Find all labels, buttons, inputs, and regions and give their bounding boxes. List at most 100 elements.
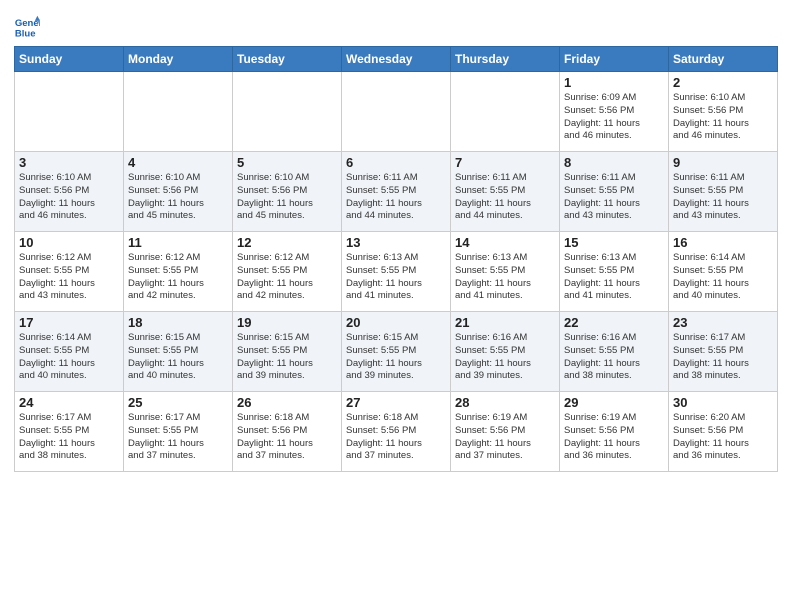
- day-cell: [342, 72, 451, 152]
- weekday-header-friday: Friday: [560, 47, 669, 72]
- page: General Blue SundayMondayTuesdayWednesda…: [0, 0, 792, 482]
- day-cell: 3Sunrise: 6:10 AM Sunset: 5:56 PM Daylig…: [15, 152, 124, 232]
- day-cell: 1 Sunrise: 6:09 AM Sunset: 5:56 PM Daylig…: [560, 72, 669, 152]
- weekday-header-row: SundayMondayTuesdayWednesdayThursdayFrid…: [15, 47, 778, 72]
- day-cell: 19 Sunrise: 6:15 AM Sunset: 5:55 PM Dayli…: [233, 312, 342, 392]
- day-cell: 30 Sunrise: 6:20 AM Sunset: 5:56 PM Dayli…: [669, 392, 778, 472]
- day-number: 10: [19, 235, 119, 250]
- day-number: 3: [19, 155, 119, 170]
- day-cell: 18 Sunrise: 6:15 AM Sunset: 5:55 PM Dayli…: [124, 312, 233, 392]
- day-cell: 4 Sunrise: 6:10 AM Sunset: 5:56 PM Daylig…: [124, 152, 233, 232]
- day-info: Sunrise: 6:17 AM Sunset: 5:55 PM Dayligh…: [128, 412, 228, 463]
- weekday-header-wednesday: Wednesday: [342, 47, 451, 72]
- day-cell: [124, 72, 233, 152]
- day-info: Sunrise: 6:19 AM Sunset: 5:56 PM Dayligh…: [455, 412, 555, 463]
- day-number: 15: [564, 235, 664, 250]
- day-cell: 14 Sunrise: 6:13 AM Sunset: 5:55 PM Dayli…: [451, 232, 560, 312]
- day-info: Sunrise: 6:11 AM Sunset: 5:55 PM Dayligh…: [346, 172, 446, 223]
- day-cell: 27 Sunrise: 6:18 AM Sunset: 5:56 PM Dayli…: [342, 392, 451, 472]
- weekday-header-thursday: Thursday: [451, 47, 560, 72]
- day-number: 1: [564, 75, 664, 90]
- day-cell: 23 Sunrise: 6:17 AM Sunset: 5:55 PM Dayli…: [669, 312, 778, 392]
- day-cell: 10 Sunrise: 6:12 AM Sunset: 5:55 PM Dayli…: [15, 232, 124, 312]
- day-info: Sunrise: 6:10 AM Sunset: 5:56 PM Dayligh…: [128, 172, 228, 223]
- day-number: 21: [455, 315, 555, 330]
- day-number: 24: [19, 395, 119, 410]
- day-info: Sunrise: 6:15 AM Sunset: 5:55 PM Dayligh…: [128, 332, 228, 383]
- day-cell: 7 Sunrise: 6:11 AM Sunset: 5:55 PM Daylig…: [451, 152, 560, 232]
- svg-text:Blue: Blue: [15, 29, 36, 40]
- day-cell: 28Sunrise: 6:19 AM Sunset: 5:56 PM Dayli…: [451, 392, 560, 472]
- day-number: 23: [673, 315, 773, 330]
- day-info: Sunrise: 6:13 AM Sunset: 5:55 PM Dayligh…: [346, 252, 446, 303]
- day-info: Sunrise: 6:13 AM Sunset: 5:55 PM Dayligh…: [455, 252, 555, 303]
- day-number: 2: [673, 75, 773, 90]
- day-info: Sunrise: 6:19 AM Sunset: 5:56 PM Dayligh…: [564, 412, 664, 463]
- week-row-2: 3 Sunrise: 6:10 AM Sunset: 5:56 PM Daylig…: [15, 152, 778, 232]
- day-info: Sunrise: 6:15 AM Sunset: 5:55 PM Dayligh…: [346, 332, 446, 383]
- day-info: Sunrise: 6:20 AM Sunset: 5:56 PM Dayligh…: [673, 412, 773, 463]
- day-info: Sunrise: 6:18 AM Sunset: 5:56 PM Dayligh…: [237, 412, 337, 463]
- day-cell: 6 Sunrise: 6:11 AM Sunset: 5:55 PM Daylig…: [342, 152, 451, 232]
- day-number: 20: [346, 315, 446, 330]
- day-info: Sunrise: 6:18 AM Sunset: 5:56 PM Dayligh…: [346, 412, 446, 463]
- day-number: 25: [128, 395, 228, 410]
- day-number: 17: [19, 315, 119, 330]
- day-info: Sunrise: 6:10 AM Sunset: 5:56 PM Dayligh…: [237, 172, 337, 223]
- day-cell: 17 Sunrise: 6:14 AM Sunset: 5:55 PM Dayli…: [15, 312, 124, 392]
- day-info: Sunrise: 6:17 AM Sunset: 5:55 PM Dayligh…: [673, 332, 773, 383]
- day-number: 9: [673, 155, 773, 170]
- day-number: 6: [346, 155, 446, 170]
- day-cell: [451, 72, 560, 152]
- day-cell: 25 Sunrise: 6:17 AM Sunset: 5:55 PM Dayli…: [124, 392, 233, 472]
- day-info: Sunrise: 6:14 AM Sunset: 5:55 PM Dayligh…: [19, 332, 119, 383]
- calendar: SundayMondayTuesdayWednesdayThursdayFrid…: [14, 46, 778, 472]
- weekday-header-saturday: Saturday: [669, 47, 778, 72]
- day-info: Sunrise: 6:12 AM Sunset: 5:55 PM Dayligh…: [128, 252, 228, 303]
- day-info: Sunrise: 6:11 AM Sunset: 5:55 PM Dayligh…: [455, 172, 555, 223]
- day-cell: 12 Sunrise: 6:12 AM Sunset: 5:55 PM Dayli…: [233, 232, 342, 312]
- day-cell: 22 Sunrise: 6:16 AM Sunset: 5:55 PM Dayli…: [560, 312, 669, 392]
- day-cell: 8 Sunrise: 6:11 AM Sunset: 5:55 PM Daylig…: [560, 152, 669, 232]
- day-number: 8: [564, 155, 664, 170]
- day-cell: 24 Sunrise: 6:17 AM Sunset: 5:55 PM Dayli…: [15, 392, 124, 472]
- day-number: 26: [237, 395, 337, 410]
- day-info: Sunrise: 6:12 AM Sunset: 5:55 PM Dayligh…: [19, 252, 119, 303]
- day-cell: 9Sunrise: 6:11 AM Sunset: 5:55 PM Daylig…: [669, 152, 778, 232]
- day-info: Sunrise: 6:13 AM Sunset: 5:55 PM Dayligh…: [564, 252, 664, 303]
- day-number: 18: [128, 315, 228, 330]
- day-number: 5: [237, 155, 337, 170]
- day-info: Sunrise: 6:11 AM Sunset: 5:55 PM Dayligh…: [564, 172, 664, 223]
- day-number: 30: [673, 395, 773, 410]
- day-number: 14: [455, 235, 555, 250]
- weekday-header-sunday: Sunday: [15, 47, 124, 72]
- week-row-1: 1 Sunrise: 6:09 AM Sunset: 5:56 PM Daylig…: [15, 72, 778, 152]
- weekday-header-tuesday: Tuesday: [233, 47, 342, 72]
- week-row-4: 17 Sunrise: 6:14 AM Sunset: 5:55 PM Dayli…: [15, 312, 778, 392]
- week-row-3: 10 Sunrise: 6:12 AM Sunset: 5:55 PM Dayli…: [15, 232, 778, 312]
- day-cell: [15, 72, 124, 152]
- day-info: Sunrise: 6:10 AM Sunset: 5:56 PM Dayligh…: [673, 92, 773, 143]
- day-info: Sunrise: 6:16 AM Sunset: 5:55 PM Dayligh…: [564, 332, 664, 383]
- day-cell: 13Sunrise: 6:13 AM Sunset: 5:55 PM Dayli…: [342, 232, 451, 312]
- day-number: 29: [564, 395, 664, 410]
- day-number: 22: [564, 315, 664, 330]
- day-number: 19: [237, 315, 337, 330]
- day-number: 7: [455, 155, 555, 170]
- day-number: 4: [128, 155, 228, 170]
- day-info: Sunrise: 6:09 AM Sunset: 5:56 PM Dayligh…: [564, 92, 664, 143]
- day-cell: 2 Sunrise: 6:10 AM Sunset: 5:56 PM Daylig…: [669, 72, 778, 152]
- day-info: Sunrise: 6:17 AM Sunset: 5:55 PM Dayligh…: [19, 412, 119, 463]
- day-info: Sunrise: 6:12 AM Sunset: 5:55 PM Dayligh…: [237, 252, 337, 303]
- day-number: 11: [128, 235, 228, 250]
- day-cell: 20 Sunrise: 6:15 AM Sunset: 5:55 PM Dayli…: [342, 312, 451, 392]
- day-cell: 11 Sunrise: 6:12 AM Sunset: 5:55 PM Dayli…: [124, 232, 233, 312]
- day-number: 12: [237, 235, 337, 250]
- day-cell: [233, 72, 342, 152]
- logo-icon: General Blue: [14, 14, 40, 40]
- day-cell: 5 Sunrise: 6:10 AM Sunset: 5:56 PM Daylig…: [233, 152, 342, 232]
- day-info: Sunrise: 6:15 AM Sunset: 5:55 PM Dayligh…: [237, 332, 337, 383]
- day-number: 27: [346, 395, 446, 410]
- header: General Blue: [14, 10, 778, 40]
- weekday-header-monday: Monday: [124, 47, 233, 72]
